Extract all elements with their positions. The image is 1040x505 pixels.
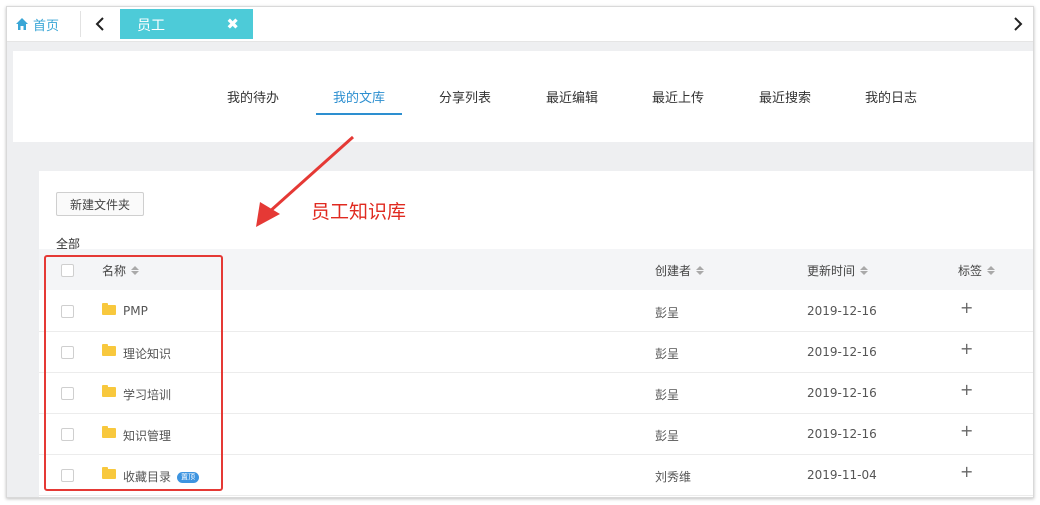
- annotation-arrow-icon: [256, 135, 354, 227]
